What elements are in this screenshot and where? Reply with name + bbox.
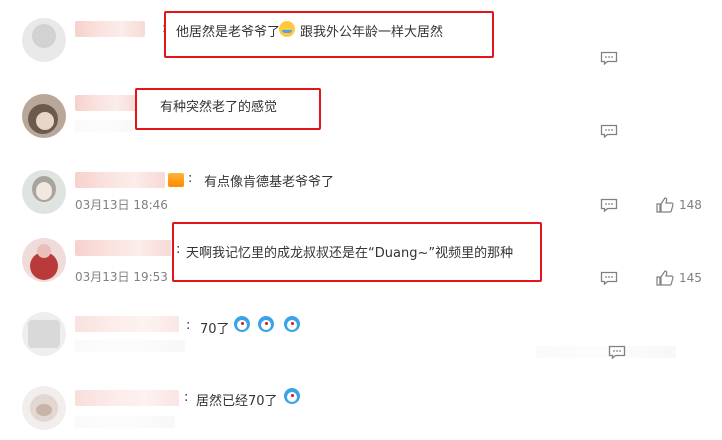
blurred-meta bbox=[536, 346, 676, 358]
username[interactable] bbox=[75, 240, 171, 256]
comment-item: 有种突然老了的感觉 bbox=[0, 80, 722, 160]
comment-text: 天啊我记忆里的成龙叔叔还是在“Duang~”视频里的那种 bbox=[186, 246, 514, 261]
username[interactable] bbox=[75, 21, 145, 37]
like-button[interactable]: 145 bbox=[656, 270, 702, 286]
blurred-meta bbox=[75, 120, 133, 132]
comment-date: 03月13日 19:53 bbox=[75, 270, 168, 284]
crying-face-icon bbox=[279, 21, 295, 37]
comment-icon[interactable] bbox=[600, 51, 618, 65]
crown-icon bbox=[168, 173, 184, 187]
comment-item: : 居然已经70了 bbox=[0, 372, 722, 440]
comment-text-continued: 跟我外公年龄一样大居然 bbox=[300, 25, 444, 40]
comment-item: : 天啊我记忆里的成龙叔叔还是在“Duang~”视频里的那种 03月13日 19… bbox=[0, 222, 722, 302]
like-button[interactable]: 148 bbox=[656, 197, 702, 213]
comment-colon: : bbox=[186, 318, 191, 333]
thumbs-up-icon bbox=[656, 270, 674, 286]
avatar[interactable] bbox=[22, 18, 66, 62]
avatar[interactable] bbox=[22, 386, 66, 430]
avatar[interactable] bbox=[22, 238, 66, 282]
avatar[interactable] bbox=[22, 170, 66, 214]
blurred-meta bbox=[75, 340, 185, 352]
doraemon-face-icon bbox=[284, 316, 300, 332]
doraemon-face-icon bbox=[258, 316, 274, 332]
comment-text: 有点像肯德基老爷爷了 bbox=[204, 175, 335, 190]
username[interactable] bbox=[75, 390, 179, 406]
comment-date: 03月13日 18:46 bbox=[75, 198, 168, 212]
comment-text: 70了 bbox=[200, 322, 230, 337]
username[interactable] bbox=[75, 172, 165, 188]
username[interactable] bbox=[75, 95, 137, 111]
comment-icon[interactable] bbox=[600, 198, 618, 212]
comment-icon[interactable] bbox=[600, 271, 618, 285]
comment-text: 他居然是老爷爷了 bbox=[176, 25, 281, 40]
comment-colon: : bbox=[188, 171, 193, 186]
comment-item: : 他居然是老爷爷了 跟我外公年龄一样大居然 bbox=[0, 0, 722, 80]
comment-item: : 70了 bbox=[0, 302, 722, 372]
like-count: 145 bbox=[679, 271, 702, 285]
like-count: 148 bbox=[679, 198, 702, 212]
comment-text: 居然已经70了 bbox=[196, 394, 278, 409]
doraemon-face-icon bbox=[234, 316, 250, 332]
avatar[interactable] bbox=[22, 94, 66, 138]
comment-item: : 有点像肯德基老爷爷了 03月13日 18:46 148 bbox=[0, 160, 722, 222]
blurred-meta bbox=[75, 416, 175, 428]
doraemon-face-icon bbox=[284, 388, 300, 404]
username[interactable] bbox=[75, 316, 179, 332]
comment-icon[interactable] bbox=[608, 345, 626, 359]
avatar[interactable] bbox=[22, 312, 66, 356]
comment-colon: : bbox=[184, 390, 189, 405]
comment-icon[interactable] bbox=[600, 124, 618, 138]
comment-colon: : bbox=[176, 242, 181, 257]
comment-text: 有种突然老了的感觉 bbox=[160, 100, 278, 115]
thumbs-up-icon bbox=[656, 197, 674, 213]
